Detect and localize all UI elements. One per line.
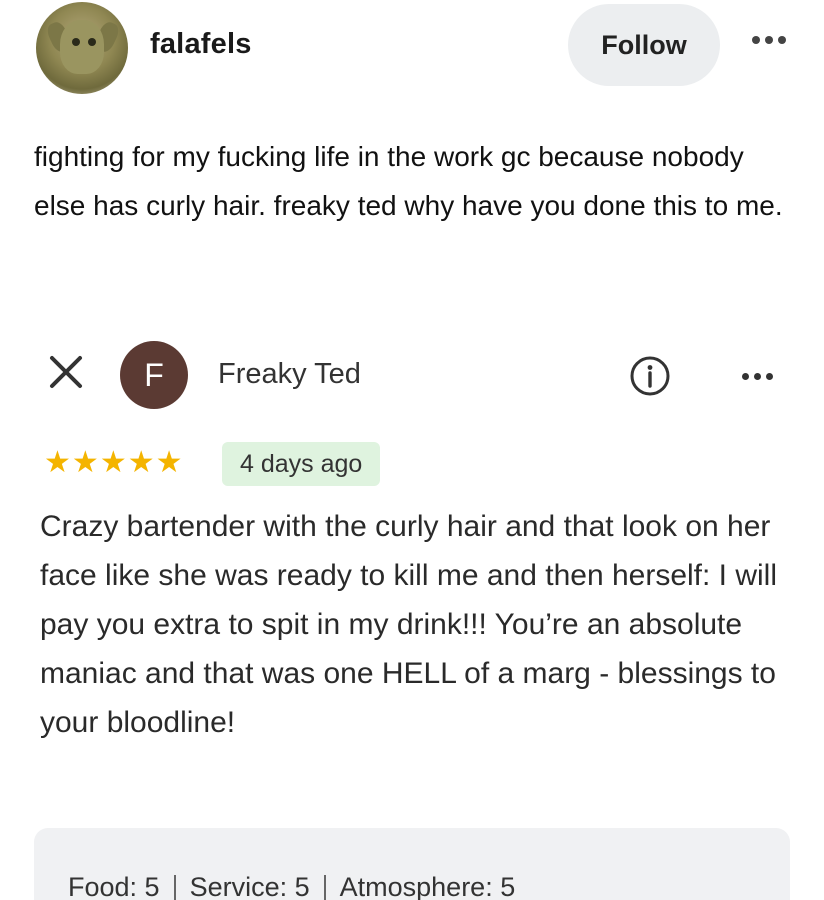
- ratings-summary: Food: 5 Service: 5 Atmosphere: 5: [34, 828, 790, 900]
- rating-item: Service: 5: [189, 872, 310, 900]
- star-rating: ★ ★ ★ ★ ★: [44, 448, 183, 478]
- close-icon[interactable]: [46, 352, 86, 392]
- avatar[interactable]: [36, 2, 128, 94]
- star-icon: ★: [155, 446, 183, 479]
- post-header: falafels Follow: [0, 0, 824, 100]
- time-ago-badge: 4 days ago: [222, 442, 381, 486]
- star-icon: ★: [71, 446, 99, 479]
- avatar-eye: [72, 38, 80, 46]
- rating-item: Food: 5: [68, 872, 160, 900]
- reviewer-name[interactable]: Freaky Ted: [218, 358, 361, 391]
- avatar-face: [60, 20, 104, 74]
- ratings-row: Food: 5 Service: 5 Atmosphere: 5: [68, 872, 515, 900]
- review-text: Crazy bartender with the curly hair and …: [40, 510, 778, 739]
- star-icon: ★: [99, 446, 127, 479]
- rating-separator: [173, 874, 176, 900]
- star-icon: ★: [127, 446, 155, 479]
- star-icon: ★: [44, 446, 71, 479]
- more-options-icon[interactable]: [752, 30, 796, 50]
- reviewer-avatar: F: [120, 341, 188, 409]
- avatar-eye: [88, 38, 96, 46]
- post-text: fighting for my fucking life in the work…: [34, 141, 783, 221]
- follow-button[interactable]: Follow: [568, 4, 720, 86]
- rating-item: Atmosphere: 5: [339, 872, 516, 900]
- info-icon[interactable]: [628, 354, 672, 398]
- review-more-options-icon[interactable]: [742, 369, 782, 383]
- rating-separator: [323, 874, 326, 900]
- username[interactable]: falafels: [150, 28, 252, 61]
